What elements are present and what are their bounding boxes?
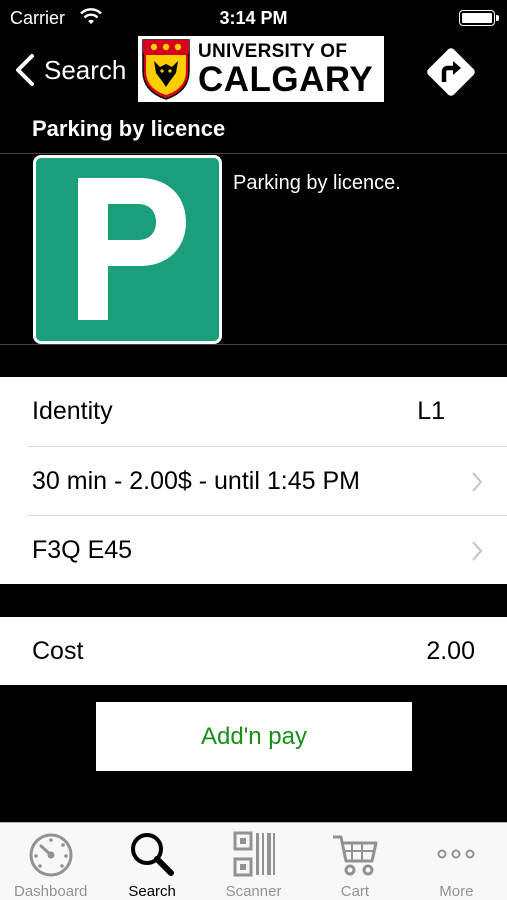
cost-label: Cost [32, 637, 84, 665]
search-icon [131, 833, 175, 876]
identity-label: Identity [32, 397, 113, 425]
status-bar: Carrier 3:14 PM [0, 0, 507, 36]
dashboard-gauge-icon [29, 833, 73, 877]
details-group: Identity L1 30 min - 2.00$ - until 1:45 … [0, 377, 507, 584]
tab-scanner[interactable]: Scanner [203, 823, 304, 900]
more-icon [437, 849, 475, 859]
cost-row: Cost 2.00 [0, 617, 507, 686]
chevron-right-icon [472, 541, 483, 561]
parking-sign-icon [33, 155, 222, 344]
directions-icon[interactable] [423, 44, 479, 100]
cost-group: Cost 2.00 [0, 617, 507, 685]
navigation-bar: Search UNIVERSITY OF CALGARY [0, 36, 507, 104]
back-button-label: Search [44, 54, 127, 85]
licence-plate-row[interactable]: F3Q E45 [0, 516, 507, 585]
tab-more-label: More [439, 883, 474, 900]
duration-row[interactable]: 30 min - 2.00$ - until 1:45 PM [0, 447, 507, 516]
back-button[interactable]: Search [10, 50, 126, 90]
university-logo: UNIVERSITY OF CALGARY [138, 36, 384, 102]
university-crest-icon [142, 39, 190, 100]
cart-icon [332, 835, 378, 876]
duration-label: 30 min - 2.00$ - until 1:45 PM [32, 467, 360, 495]
logo-line-2: CALGARY [198, 59, 374, 99]
tab-cart-label: Cart [340, 883, 370, 900]
page-title: Parking by licence [0, 104, 507, 154]
identity-value: L1 [417, 397, 445, 425]
identity-row: Identity L1 [0, 377, 507, 446]
cost-value: 2.00 [426, 637, 475, 665]
chevron-left-icon [16, 54, 34, 86]
tab-search-label: Search [128, 883, 176, 900]
parking-letter-graphic [78, 178, 186, 320]
add-and-pay-button[interactable]: Add'n pay [96, 702, 412, 771]
battery-icon [459, 10, 499, 26]
tab-bar: Dashboard Search Scanner Cart More [0, 822, 507, 900]
status-time: 3:14 PM [219, 8, 288, 28]
tab-scanner-label: Scanner [225, 883, 282, 900]
parking-info-section: Parking by licence. [0, 155, 507, 345]
tab-dashboard[interactable]: Dashboard [0, 823, 101, 900]
tab-cart[interactable]: Cart [304, 823, 405, 900]
licence-plate-label: F3Q E45 [32, 536, 133, 564]
barcode-icon [233, 831, 275, 877]
chevron-right-icon [472, 472, 483, 492]
tab-search[interactable]: Search [101, 823, 202, 900]
tab-dashboard-label: Dashboard [14, 883, 88, 900]
logo-line-1: UNIVERSITY OF [198, 40, 348, 62]
tab-more[interactable]: More [406, 823, 507, 900]
parking-description: Parking by licence. [233, 172, 401, 194]
